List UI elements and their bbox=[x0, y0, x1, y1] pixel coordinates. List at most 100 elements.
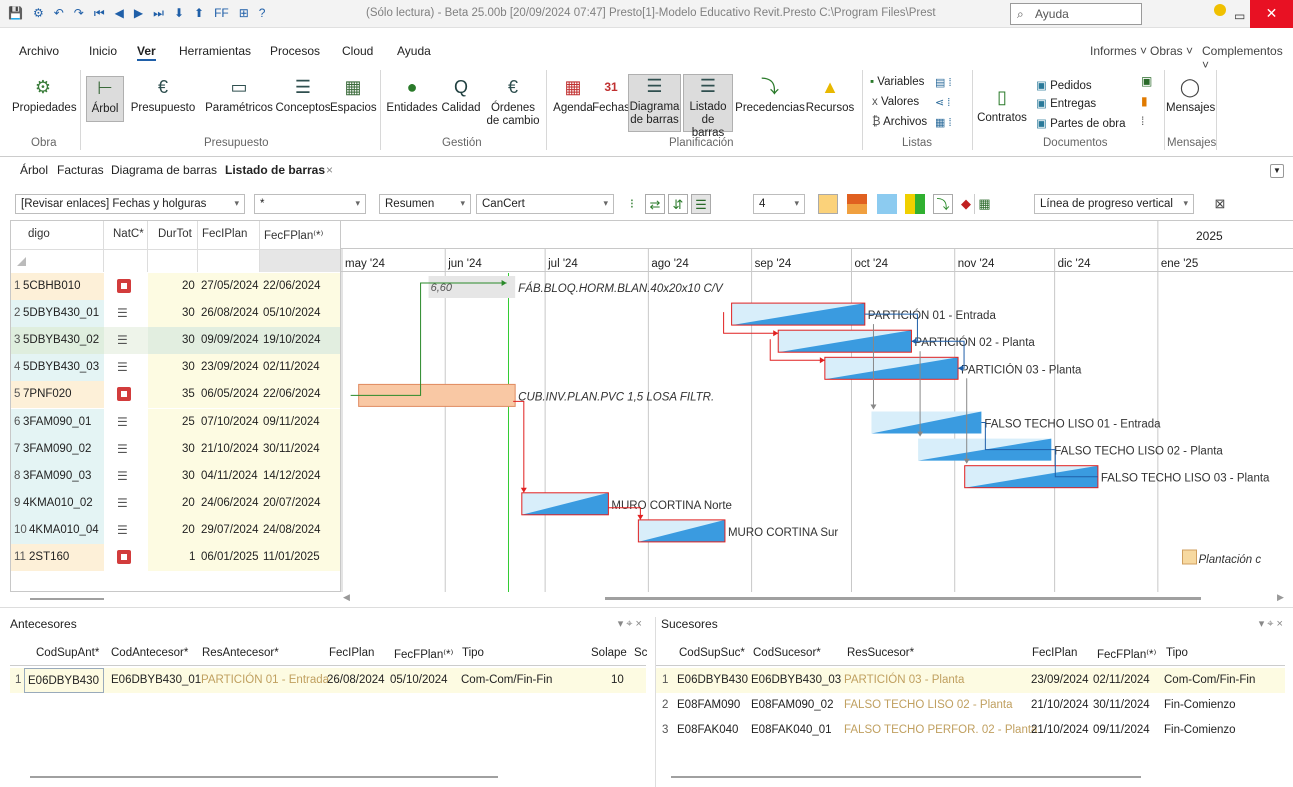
cell-fecFplan[interactable]: 11/01/2025 bbox=[263, 551, 320, 563]
table-row[interactable]: 1 E06DBYB430 E06DBYB430_01 PARTICIÓN 01 … bbox=[10, 668, 646, 693]
agenda-button[interactable]: ▦ Agenda bbox=[550, 76, 596, 115]
cell-durtot[interactable]: 30 bbox=[182, 361, 195, 373]
variables-button[interactable]: ▪ Variables bbox=[870, 76, 924, 88]
calendar-grid-icon[interactable]: ▦ bbox=[974, 194, 994, 214]
cell-durtot[interactable]: 20 bbox=[182, 497, 195, 509]
col-ressucesor[interactable]: ResSucesor* bbox=[847, 647, 914, 659]
col-tipo[interactable]: Tipo bbox=[462, 647, 484, 659]
level-dropdown[interactable]: 4 ▾ bbox=[753, 194, 805, 214]
menu-inicio[interactable]: Inicio bbox=[89, 44, 117, 58]
cell-codsupsuc[interactable]: E08FAK040 bbox=[677, 724, 738, 736]
col-codantecesor[interactable]: CodAntecesor* bbox=[111, 647, 188, 659]
cell-codantecesor[interactable]: E06DBYB430_01 bbox=[111, 674, 201, 686]
cell-fecIplan[interactable]: 21/10/2024 bbox=[201, 443, 259, 455]
menu-herramientas[interactable]: Herramientas bbox=[179, 44, 251, 58]
cell-codigo[interactable]: 4KMA010_02 bbox=[23, 497, 93, 509]
cell-codigo[interactable]: 3FAM090_02 bbox=[23, 443, 91, 455]
listado-barras-button[interactable]: ☰ Listado de barras bbox=[683, 74, 733, 139]
cell-durtot[interactable]: 30 bbox=[182, 334, 195, 346]
tab-close-icon[interactable]: × bbox=[326, 163, 333, 177]
list-file-icon[interactable]: ▦ ⁞ bbox=[935, 116, 952, 129]
ordenes-button[interactable]: € Órdenes de cambio bbox=[484, 76, 542, 128]
cell-fecFplan[interactable]: 02/11/2024 bbox=[263, 361, 320, 373]
next-record-icon[interactable]: ▶ bbox=[134, 6, 143, 21]
menu-ayuda[interactable]: Ayuda bbox=[397, 44, 431, 58]
grid-scrollbar[interactable] bbox=[30, 598, 104, 600]
doc-tool-icon[interactable]: ▣ bbox=[1141, 74, 1152, 88]
cell-codigo[interactable]: 7PNF020 bbox=[23, 388, 72, 400]
entidades-button[interactable]: ● Entidades bbox=[384, 76, 440, 115]
col-header-durtot[interactable]: DurTot bbox=[148, 221, 198, 249]
cell-codsucesor[interactable]: E08FAK040_01 bbox=[751, 724, 832, 736]
cell-codsucesor[interactable]: E06DBYB430_03 bbox=[751, 674, 841, 686]
link-tool-icon[interactable]: ⇄ bbox=[645, 194, 665, 214]
col-resantecesor[interactable]: ResAntecesor* bbox=[202, 647, 279, 659]
filter-mask-dropdown[interactable]: * ▾ bbox=[254, 194, 366, 214]
doc-tool3-icon[interactable]: ⁞ bbox=[1141, 114, 1144, 128]
last-record-icon[interactable]: ⏭ bbox=[153, 6, 164, 21]
recursos-button[interactable]: ▲ Recursos bbox=[804, 76, 856, 115]
cell-durtot[interactable]: 30 bbox=[182, 443, 195, 455]
help-circle-icon[interactable]: ? bbox=[259, 6, 266, 21]
cell-fecFplan[interactable]: 02/11/2024 bbox=[1093, 674, 1150, 686]
cell-fecFplan[interactable]: 14/12/2024 bbox=[263, 470, 321, 482]
conceptos-button[interactable]: ☰ Conceptos bbox=[274, 76, 332, 115]
col-fecIplan[interactable]: FecIPlan bbox=[329, 647, 374, 659]
filter-row-cell[interactable] bbox=[104, 249, 148, 272]
col-header-fecFplan[interactable]: FecFPlan⁽*⁾ bbox=[260, 221, 340, 249]
cell-durtot[interactable]: 35 bbox=[182, 388, 195, 400]
down-icon[interactable]: ⬇ bbox=[174, 6, 184, 21]
summary-dropdown[interactable]: Resumen ▾ bbox=[379, 194, 471, 214]
cell-tipo[interactable]: Com-Com/Fin-Fin bbox=[461, 674, 552, 686]
clear-filter-icon[interactable]: ⊠ bbox=[1210, 194, 1230, 214]
table-row[interactable]: 6 3FAM090_01 ☰ 25 07/10/2024 09/11/2024 bbox=[11, 408, 340, 436]
col-tipo[interactable]: Tipo bbox=[1166, 647, 1188, 659]
table-row[interactable]: 11 2ST160 1 06/01/2025 11/01/2025 bbox=[11, 544, 340, 571]
archivos-button[interactable]: ₿ Archivos bbox=[872, 116, 927, 128]
cell-codsucesor[interactable]: E08FAM090_02 bbox=[751, 699, 833, 711]
cell-durtot[interactable]: 1 bbox=[189, 551, 195, 563]
doc-tool2-icon[interactable]: ▮ bbox=[1141, 94, 1148, 108]
col-sc[interactable]: Sc bbox=[634, 647, 647, 659]
cell-codigo[interactable]: 5DBYB430_03 bbox=[23, 361, 99, 373]
menu-procesos[interactable]: Procesos bbox=[270, 44, 320, 58]
propiedades-button[interactable]: ⚙ Propiedades bbox=[12, 76, 77, 115]
tab-listado-barras[interactable]: Listado de barras bbox=[225, 163, 325, 177]
col-header-fecIplan[interactable]: FecIPlan bbox=[198, 221, 260, 249]
cell-fecIplan[interactable]: 21/10/2024 bbox=[1031, 724, 1089, 736]
cell-fecIplan[interactable]: 07/10/2024 bbox=[201, 416, 259, 428]
table-row[interactable]: 8 3FAM090_03 ☰ 30 04/11/2024 14/12/2024 bbox=[11, 462, 340, 490]
filter-row-cell[interactable] bbox=[11, 249, 104, 272]
list-link-icon[interactable]: ⋖ ⁞ bbox=[935, 96, 950, 109]
cell-durtot[interactable]: 20 bbox=[182, 524, 195, 536]
cell-codigo[interactable]: 2ST160 bbox=[29, 551, 69, 563]
cell-fecFplan[interactable]: 24/08/2024 bbox=[263, 524, 321, 536]
cell-fecIplan[interactable]: 26/08/2024 bbox=[327, 674, 385, 686]
col-fecFplan[interactable]: FecFPlan⁽*⁾ bbox=[394, 647, 453, 661]
fechas-button[interactable]: 31 Fechas bbox=[592, 76, 630, 115]
parametricos-button[interactable]: ▭ Paramétricos bbox=[202, 76, 276, 115]
minimize-button[interactable]: ▭ bbox=[1234, 9, 1245, 23]
cell-fecIplan[interactable]: 06/05/2024 bbox=[201, 388, 259, 400]
gantt-scrollbar[interactable] bbox=[605, 597, 1201, 600]
help-search-box[interactable]: ⌕ Ayuda bbox=[1010, 3, 1142, 25]
cell-fecFplan[interactable]: 30/11/2024 bbox=[1093, 699, 1150, 711]
measure-icon[interactable]: ⁝ bbox=[622, 194, 642, 214]
table-row[interactable]: 7 3FAM090_02 ☰ 30 21/10/2024 30/11/2024 bbox=[11, 435, 340, 463]
cell-fecIplan[interactable]: 21/10/2024 bbox=[1031, 699, 1089, 711]
grid-icon[interactable]: ⊞ bbox=[239, 6, 249, 21]
cell-codigo[interactable]: 5CBHB010 bbox=[23, 280, 81, 292]
cell-fecIplan[interactable]: 06/01/2025 bbox=[201, 551, 259, 563]
cell-fecFplan[interactable]: 09/11/2024 bbox=[263, 416, 320, 428]
cell-tipo[interactable]: Fin-Comienzo bbox=[1164, 724, 1236, 736]
table-row[interactable]: 2 E08FAM090 E08FAM090_02 FALSO TECHO LISO 0… bbox=[656, 693, 1285, 718]
tab-facturas[interactable]: Facturas bbox=[57, 163, 104, 177]
milestone-icon[interactable]: ◆ bbox=[956, 194, 976, 214]
cell-fecIplan[interactable]: 26/08/2024 bbox=[201, 307, 259, 319]
col-solape[interactable]: Solape bbox=[591, 647, 627, 659]
scroll-right-icon[interactable]: ▶ bbox=[1277, 592, 1284, 603]
tabs-dropdown-icon[interactable]: ▼ bbox=[1270, 164, 1284, 178]
cell-durtot[interactable]: 20 bbox=[182, 280, 195, 292]
cell-durtot[interactable]: 30 bbox=[182, 470, 195, 482]
cell-fecFplan[interactable]: 30/11/2024 bbox=[263, 443, 320, 455]
